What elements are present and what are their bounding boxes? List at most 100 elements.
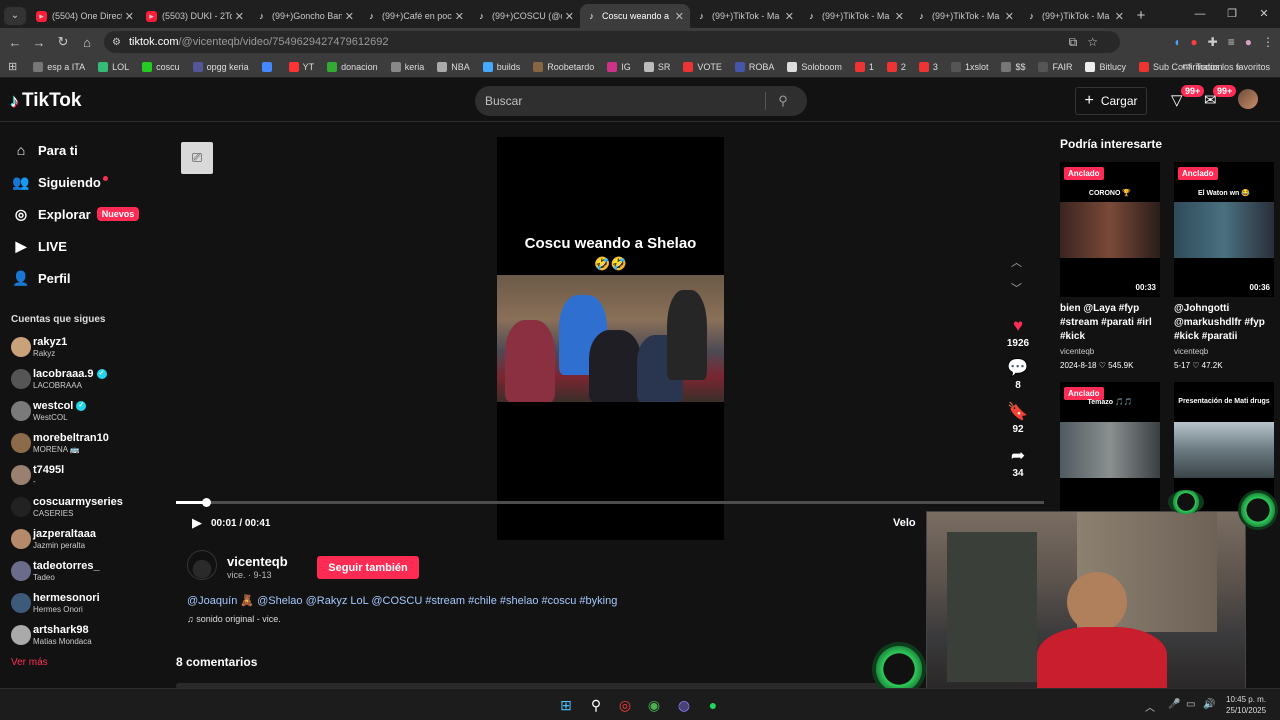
- previous-video-chevron-icon[interactable]: ︿: [1011, 254, 1022, 270]
- following-account[interactable]: artshark98 Matias Mondaca: [0, 619, 175, 651]
- tiktok-logo[interactable]: ♪ TikTok: [10, 90, 81, 112]
- close-tab-icon[interactable]: ✕: [1115, 10, 1124, 23]
- bookmark-item[interactable]: coscu: [142, 61, 180, 72]
- bookmark-item[interactable]: builds: [482, 61, 520, 72]
- bookmark-item[interactable]: ROBA: [734, 61, 774, 72]
- like-button[interactable]: ♥ 1926: [1004, 316, 1032, 349]
- following-account[interactable]: jazperaltaaa Jazmin peralta: [0, 523, 175, 555]
- browser-tab[interactable]: ♪ (99+)COSCU (@c ✕: [470, 4, 580, 28]
- close-window-icon[interactable]: ✕: [1248, 0, 1280, 28]
- recommended-video-title[interactable]: @Johngotti @markushdlfr #fyp #kick #para…: [1174, 302, 1278, 344]
- tab-search-button[interactable]: ⌄: [4, 7, 26, 25]
- search-input[interactable]: [475, 94, 765, 108]
- tray-chevron-icon[interactable]: ︿: [1145, 699, 1155, 714]
- browser-tab[interactable]: ♪ (99+)Café en poc ✕: [360, 4, 470, 28]
- bookmark-item[interactable]: opgg keria: [192, 61, 249, 72]
- discord-icon[interactable]: ◍: [675, 696, 693, 714]
- following-account[interactable]: hermesonori Hermes Onori: [0, 587, 175, 619]
- user-avatar[interactable]: [1238, 89, 1258, 109]
- bookmark-item[interactable]: LOL: [98, 61, 129, 72]
- recommended-video-card[interactable]: Anclado El Waton wn 😂 00:36: [1174, 162, 1274, 297]
- following-account[interactable]: rakyz1 Rakyz: [0, 331, 175, 363]
- bookmark-item[interactable]: $$: [1001, 61, 1025, 72]
- forward-icon[interactable]: →: [27, 35, 51, 50]
- browser-tab[interactable]: ♪ Coscu weando a S ✕: [580, 4, 690, 28]
- profile-icon[interactable]: ●: [1245, 35, 1252, 49]
- browser-tab[interactable]: ♪ (99+)TikTok - Ma ✕: [910, 4, 1020, 28]
- author-avatar[interactable]: [187, 550, 217, 580]
- video-progress-bar[interactable]: [176, 498, 1044, 507]
- minimize-icon[interactable]: —: [1184, 0, 1216, 28]
- following-account[interactable]: t7495l -: [0, 459, 175, 491]
- home-icon[interactable]: ⌂: [75, 35, 99, 50]
- close-tab-icon[interactable]: ✕: [1005, 10, 1014, 23]
- cast-icon[interactable]: ⎚: [181, 142, 213, 174]
- bookmark-item[interactable]: 1xslot: [950, 61, 988, 72]
- bookmark-item[interactable]: keria: [390, 61, 424, 72]
- play-pause-icon[interactable]: ▶: [192, 515, 202, 531]
- clock[interactable]: 10:45 p. m. 25/10/2025: [1226, 694, 1266, 716]
- recommended-video-card[interactable]: Anclado Temazo 🎵🎵: [1060, 382, 1160, 517]
- bookmark-item[interactable]: 3: [918, 61, 938, 72]
- recommended-video-author[interactable]: vicenteqb: [1060, 347, 1094, 356]
- extension-icon[interactable]: ◖: [1173, 35, 1180, 49]
- close-tab-icon[interactable]: ✕: [235, 10, 244, 23]
- reload-icon[interactable]: ↻: [51, 34, 75, 50]
- bookmark-item[interactable]: 2: [886, 61, 906, 72]
- bookmark-item[interactable]: Soloboom: [787, 61, 842, 72]
- app-icon[interactable]: ◎: [616, 696, 634, 714]
- bookmark-star-icon[interactable]: ☆: [1087, 35, 1098, 49]
- following-account[interactable]: westcol ✓ WestCOL: [0, 395, 175, 427]
- recommended-video-author[interactable]: vicenteqb: [1174, 347, 1208, 356]
- bookmark-item[interactable]: donacion: [327, 61, 378, 72]
- browser-tab[interactable]: ♪ (99+)TikTok - Ma ✕: [800, 4, 910, 28]
- video-description[interactable]: @Joaquín 🧸 @Shelao @Rakyz LoL @COSCU #st…: [187, 594, 617, 607]
- close-tab-icon[interactable]: ✕: [455, 10, 464, 23]
- install-app-icon[interactable]: ⧉: [1069, 35, 1078, 50]
- chrome-icon[interactable]: ◉: [645, 696, 663, 714]
- bookmark-item[interactable]: [261, 61, 276, 72]
- browser-tab[interactable]: ▸ (5504) One Direct ✕: [30, 4, 140, 28]
- recommended-video-card[interactable]: Anclado CORONO 🏆 00:33: [1060, 162, 1160, 297]
- volume-icon[interactable]: 🔊: [1203, 699, 1215, 710]
- extension-icon[interactable]: ●: [1190, 35, 1197, 49]
- bookmark-item[interactable]: Roobetardo: [533, 61, 594, 72]
- recommended-video-title[interactable]: bien @Laya #fyp #stream #parati #irl #ki…: [1060, 302, 1164, 344]
- site-info-icon[interactable]: ⚙: [112, 37, 121, 48]
- bookmark-item[interactable]: VOTE: [683, 61, 722, 72]
- close-tab-icon[interactable]: ✕: [125, 10, 134, 23]
- browser-menu-icon[interactable]: ⋮: [1262, 35, 1274, 49]
- address-bar[interactable]: ⚙ tiktok.com/@vicenteqb/video/7549629427…: [104, 31, 1120, 53]
- author-name[interactable]: vicenteqb: [227, 554, 288, 569]
- bookmark-item[interactable]: Bitlucy: [1085, 61, 1126, 72]
- sidebar-item-para-ti[interactable]: ⌂ Para ti: [0, 134, 175, 166]
- close-tab-icon[interactable]: ✕: [675, 10, 684, 23]
- media-controls-icon[interactable]: ≡: [1228, 35, 1235, 49]
- close-tab-icon[interactable]: ✕: [785, 10, 794, 23]
- sidebar-item-live[interactable]: ▶ LIVE: [0, 230, 175, 262]
- playback-speed-button[interactable]: Velo: [893, 517, 916, 529]
- maximize-icon[interactable]: ❐: [1216, 0, 1248, 28]
- apps-grid-icon[interactable]: ⊞: [8, 60, 17, 73]
- extensions-puzzle-icon[interactable]: ✚: [1208, 35, 1218, 49]
- start-menu-icon[interactable]: ⊞: [557, 696, 575, 714]
- sidebar-item-explorar[interactable]: ◎ Explorar Nuevos: [0, 198, 175, 230]
- follow-back-button[interactable]: Seguir también: [317, 556, 419, 579]
- bookmark-item[interactable]: esp a ITA: [33, 61, 85, 72]
- back-icon[interactable]: ←: [3, 35, 27, 50]
- sound-link[interactable]: ♫ sonido original - vice.: [187, 614, 281, 624]
- following-account[interactable]: coscuarmyseries CASERIES: [0, 491, 175, 523]
- bookmark-item[interactable]: FAIR: [1038, 61, 1072, 72]
- network-icon[interactable]: ▭: [1186, 699, 1195, 710]
- bookmark-item[interactable]: 1: [854, 61, 874, 72]
- comment-button[interactable]: 💬 8: [1004, 358, 1032, 391]
- new-tab-button[interactable]: +: [1130, 7, 1152, 24]
- sidebar-item-perfil[interactable]: 👤 Perfil: [0, 262, 175, 294]
- close-tab-icon[interactable]: ✕: [895, 10, 904, 23]
- close-tab-icon[interactable]: ✕: [345, 10, 354, 23]
- browser-tab[interactable]: ▸ (5503) DUKI - 2To ✕: [140, 4, 250, 28]
- upload-button[interactable]: + Cargar: [1075, 87, 1147, 115]
- bookmark-item[interactable]: NBA: [437, 61, 470, 72]
- following-account[interactable]: tadeotorres_ Tadeo: [0, 555, 175, 587]
- search-icon[interactable]: ⚲: [766, 93, 800, 109]
